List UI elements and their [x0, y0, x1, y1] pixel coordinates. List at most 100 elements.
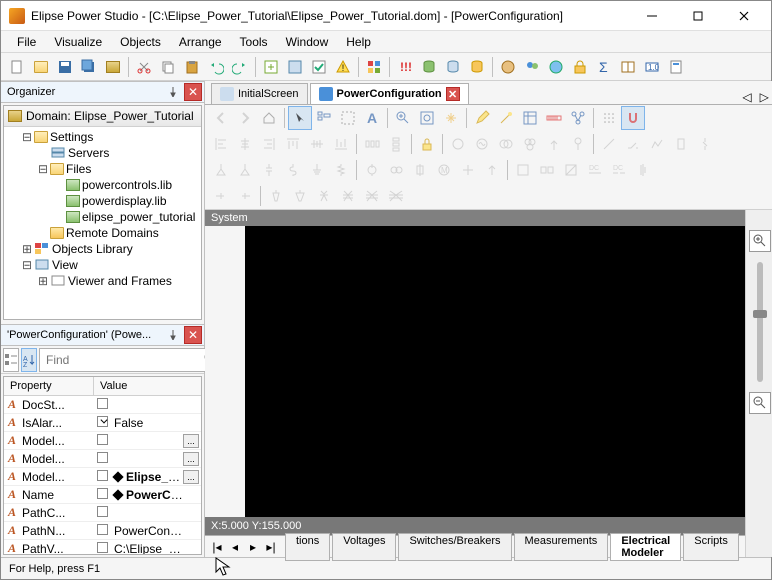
ellipsis-button[interactable]: ...	[183, 452, 199, 466]
pin-icon[interactable]	[164, 326, 182, 344]
sym-dc-icon[interactable]: DC	[584, 159, 606, 181]
domain-icon[interactable]	[102, 56, 124, 78]
nav-first-icon[interactable]: |◂	[209, 540, 225, 554]
tab-initialscreen[interactable]: InitialScreen	[211, 83, 308, 104]
node-files[interactable]: ⊟Files	[4, 161, 201, 177]
sym-tower5-icon[interactable]	[361, 185, 383, 207]
tab-prev-icon[interactable]: ◁	[742, 90, 751, 104]
back-icon[interactable]	[210, 107, 232, 129]
bottom-tab[interactable]: Measurements	[514, 533, 609, 561]
node-file3[interactable]: elipse_power_tutorial	[4, 209, 201, 225]
categorize-button[interactable]	[3, 348, 19, 372]
distribute-h-icon[interactable]	[361, 133, 383, 155]
save-icon[interactable]	[54, 56, 76, 78]
bottom-tab[interactable]: Scripts	[683, 533, 739, 561]
blocks-icon[interactable]	[363, 56, 385, 78]
sym-tower6-icon[interactable]	[385, 185, 407, 207]
copy-icon[interactable]	[157, 56, 179, 78]
organizer-tree[interactable]: Domain: Elipse_Power_Tutorial ⊟Settings …	[3, 105, 202, 320]
sym-batt-icon[interactable]	[632, 159, 654, 181]
bottom-tab[interactable]: Voltages	[332, 533, 396, 561]
lock-icon[interactable]	[416, 133, 438, 155]
find-box[interactable]	[39, 348, 222, 372]
property-row[interactable]: APathC...	[4, 504, 201, 522]
sym-line-icon[interactable]	[598, 133, 620, 155]
menu-objects[interactable]: Objects	[112, 33, 169, 51]
config1-icon[interactable]	[284, 56, 306, 78]
sym-block3-icon[interactable]	[560, 159, 582, 181]
sym-ground-icon[interactable]	[306, 159, 328, 181]
forward-icon[interactable]	[234, 107, 256, 129]
align-bot-icon[interactable]	[330, 133, 352, 155]
warn-icon[interactable]: !	[332, 56, 354, 78]
pin-icon[interactable]	[164, 83, 182, 101]
align-icon[interactable]	[313, 107, 335, 129]
home-icon[interactable]	[258, 107, 280, 129]
sym-dc2-icon[interactable]: DC	[608, 159, 630, 181]
globe-icon[interactable]	[545, 56, 567, 78]
distribute-v-icon[interactable]	[385, 133, 407, 155]
ellipsis-button[interactable]: ...	[183, 470, 199, 484]
menu-visualize[interactable]: Visualize	[46, 33, 110, 51]
sym-ct-icon[interactable]	[361, 159, 383, 181]
select-area-icon[interactable]	[337, 107, 359, 129]
tree-root[interactable]: Domain: Elipse_Power_Tutorial	[26, 109, 194, 123]
branch-icon[interactable]	[567, 107, 589, 129]
sym-trans3-icon[interactable]	[519, 133, 541, 155]
zoom-slider[interactable]	[757, 262, 763, 382]
panel-close-button[interactable]: ✕	[184, 83, 202, 101]
zoom-out-button[interactable]	[749, 392, 771, 414]
run-icon[interactable]	[260, 56, 282, 78]
sec-icon[interactable]	[569, 56, 591, 78]
edit-tool2-icon[interactable]	[495, 107, 517, 129]
find-input[interactable]	[44, 352, 203, 368]
saveall-icon[interactable]	[78, 56, 100, 78]
book-icon[interactable]	[617, 56, 639, 78]
maximize-button[interactable]	[675, 2, 721, 30]
drawing-canvas[interactable]	[245, 226, 745, 517]
sym-load1-icon[interactable]	[210, 159, 232, 181]
sym-block1-icon[interactable]	[512, 159, 534, 181]
sym-conn-l-icon[interactable]	[210, 185, 232, 207]
property-row[interactable]: ANamePowerConfi...	[4, 486, 201, 504]
tab-close-icon[interactable]: ✕	[446, 87, 460, 101]
bottom-tab[interactable]: tions	[285, 533, 330, 561]
snap-icon[interactable]	[622, 107, 644, 129]
sym-gen-icon[interactable]	[471, 133, 493, 155]
sym-pt-icon[interactable]	[385, 159, 407, 181]
tab-next-icon[interactable]: ▷	[760, 90, 769, 104]
sym-tower4-icon[interactable]	[337, 185, 359, 207]
property-row[interactable]: AIsAlar...False	[4, 414, 201, 432]
nav-last-icon[interactable]: ▸|	[263, 540, 279, 554]
property-row[interactable]: APathN...PowerConfig...	[4, 522, 201, 540]
redo-icon[interactable]	[229, 56, 251, 78]
property-row[interactable]: AModel......	[4, 450, 201, 468]
sym-tower3-icon[interactable]	[313, 185, 335, 207]
sym-breaker-icon[interactable]	[670, 133, 692, 155]
align-right-icon[interactable]	[258, 133, 280, 155]
zoom-icon[interactable]	[392, 107, 414, 129]
sym-ind-icon[interactable]	[282, 159, 304, 181]
undo-icon[interactable]	[205, 56, 227, 78]
node-servers[interactable]: Servers	[4, 145, 201, 161]
sym-polyline-icon[interactable]	[646, 133, 668, 155]
sym-block2-icon[interactable]	[536, 159, 558, 181]
sym-trans2-icon[interactable]	[495, 133, 517, 155]
layers-icon[interactable]	[519, 107, 541, 129]
sym-cap-icon[interactable]	[258, 159, 280, 181]
sym-disc-icon[interactable]	[694, 133, 716, 155]
close-button[interactable]	[721, 2, 767, 30]
users-icon[interactable]	[521, 56, 543, 78]
sym-src-icon[interactable]	[457, 159, 479, 181]
bottom-tab[interactable]: Electrical Modeler	[610, 533, 681, 561]
node-file1[interactable]: powercontrols.lib	[4, 177, 201, 193]
db1-icon[interactable]	[418, 56, 440, 78]
property-row[interactable]: AModel...Elipse_P......	[4, 468, 201, 486]
ruler-icon[interactable]	[543, 107, 565, 129]
property-grid[interactable]: Property Value ADocSt...AIsAlar...FalseA…	[3, 376, 202, 555]
new-icon[interactable]	[6, 56, 28, 78]
alerts-icon[interactable]: !!!	[394, 56, 416, 78]
panel-close-button[interactable]: ✕	[184, 326, 202, 344]
sym-fuse-icon[interactable]	[409, 159, 431, 181]
sym-feeder-icon[interactable]	[567, 133, 589, 155]
